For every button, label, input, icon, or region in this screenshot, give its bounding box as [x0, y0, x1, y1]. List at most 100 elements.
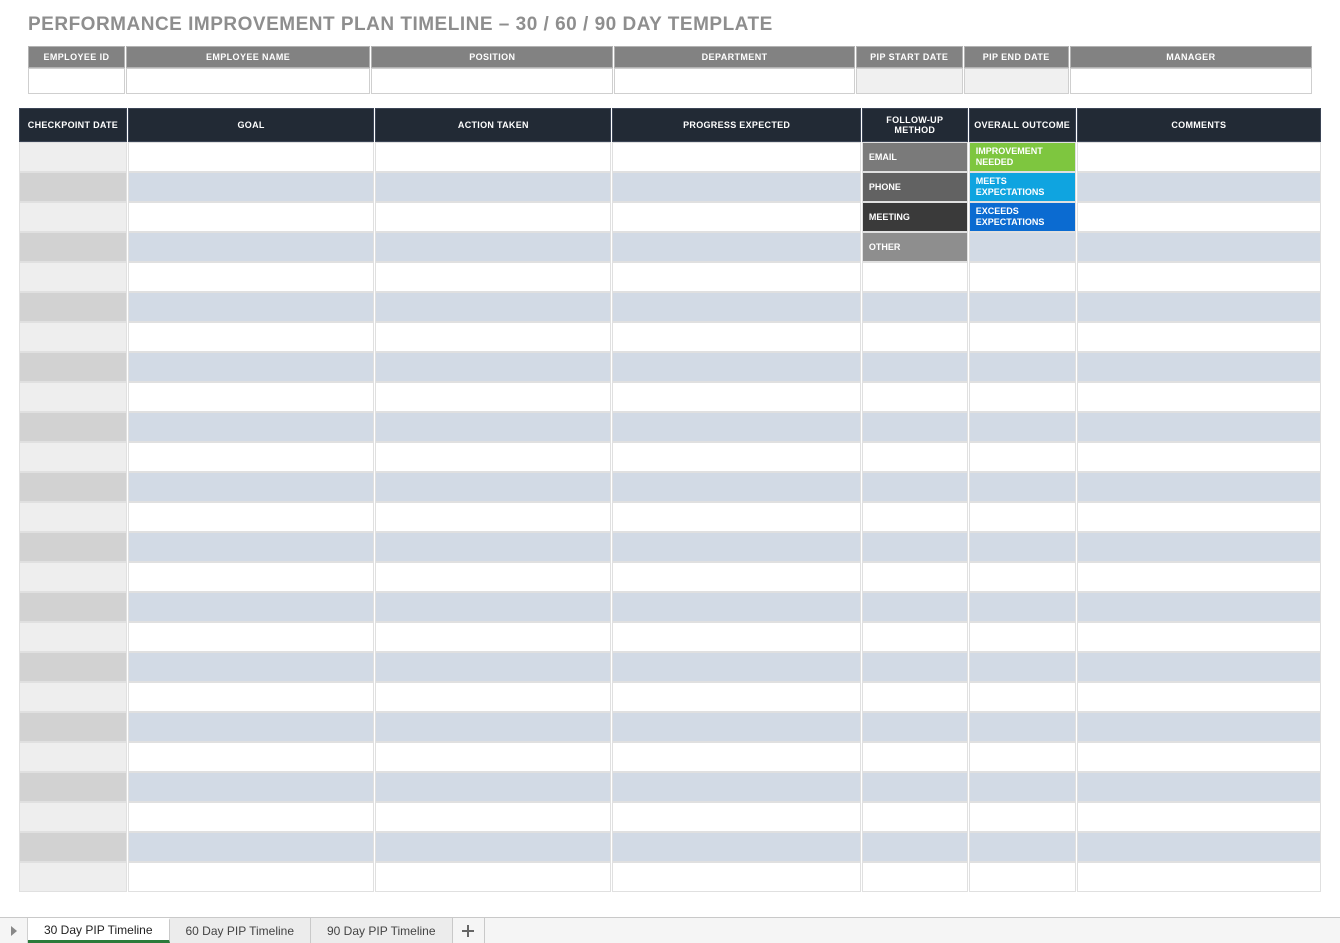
cell-action[interactable] — [375, 532, 611, 562]
cell-comments[interactable] — [1077, 352, 1321, 382]
cell-followup[interactable] — [862, 802, 968, 832]
cell-progress[interactable] — [612, 652, 860, 682]
cell-progress[interactable] — [612, 322, 860, 352]
cell-comments[interactable] — [1077, 172, 1321, 202]
cell-progress[interactable] — [612, 682, 860, 712]
cell-progress[interactable] — [612, 862, 860, 892]
cell-action[interactable] — [375, 622, 611, 652]
cell-checkpoint[interactable] — [19, 292, 127, 322]
cell-goal[interactable] — [128, 262, 374, 292]
cell-comments[interactable] — [1077, 232, 1321, 262]
cell-progress[interactable] — [612, 712, 860, 742]
cell-followup[interactable] — [862, 592, 968, 622]
cell-comments[interactable] — [1077, 322, 1321, 352]
cell-comments[interactable] — [1077, 682, 1321, 712]
cell-goal[interactable] — [128, 292, 374, 322]
cell-comments[interactable] — [1077, 832, 1321, 862]
sheet-nav-prev[interactable] — [0, 918, 28, 943]
tab-30-day[interactable]: 30 Day PIP Timeline — [28, 918, 170, 943]
cell-progress[interactable] — [612, 172, 860, 202]
cell-followup[interactable] — [862, 562, 968, 592]
cell-goal[interactable] — [128, 442, 374, 472]
cell-progress[interactable] — [612, 472, 860, 502]
cell-outcome-improve[interactable]: IMPROVEMENT NEEDED — [969, 142, 1076, 172]
cell-outcome[interactable] — [969, 832, 1076, 862]
cell-outcome[interactable] — [969, 742, 1076, 772]
cell-action[interactable] — [375, 202, 611, 232]
cell-goal[interactable] — [128, 562, 374, 592]
cell-checkpoint[interactable] — [19, 502, 127, 532]
cell-goal[interactable] — [128, 502, 374, 532]
cell-checkpoint[interactable] — [19, 682, 127, 712]
cell-goal[interactable] — [128, 412, 374, 442]
cell-goal[interactable] — [128, 622, 374, 652]
cell-checkpoint[interactable] — [19, 772, 127, 802]
cell-action[interactable] — [375, 712, 611, 742]
cell-outcome[interactable] — [969, 442, 1076, 472]
cell-comments[interactable] — [1077, 742, 1321, 772]
cell-followup[interactable] — [862, 742, 968, 772]
tab-90-day[interactable]: 90 Day PIP Timeline — [311, 918, 453, 943]
cell-followup[interactable] — [862, 682, 968, 712]
cell-comments[interactable] — [1077, 142, 1321, 172]
cell-followup-phone[interactable]: PHONE — [862, 172, 968, 202]
cell-comments[interactable] — [1077, 862, 1321, 892]
cell-checkpoint[interactable] — [19, 442, 127, 472]
cell-action[interactable] — [375, 562, 611, 592]
cell-comments[interactable] — [1077, 382, 1321, 412]
cell-goal[interactable] — [128, 532, 374, 562]
cell-checkpoint[interactable] — [19, 142, 127, 172]
cell-comments[interactable] — [1077, 772, 1321, 802]
cell-goal[interactable] — [128, 202, 374, 232]
cell-checkpoint[interactable] — [19, 262, 127, 292]
cell-checkpoint[interactable] — [19, 652, 127, 682]
emp-cell-end[interactable] — [964, 68, 1069, 94]
cell-goal[interactable] — [128, 742, 374, 772]
cell-comments[interactable] — [1077, 592, 1321, 622]
cell-goal[interactable] — [128, 862, 374, 892]
cell-comments[interactable] — [1077, 202, 1321, 232]
cell-goal[interactable] — [128, 682, 374, 712]
cell-comments[interactable] — [1077, 652, 1321, 682]
cell-goal[interactable] — [128, 142, 374, 172]
cell-checkpoint[interactable] — [19, 202, 127, 232]
cell-action[interactable] — [375, 262, 611, 292]
cell-followup[interactable] — [862, 772, 968, 802]
cell-followup[interactable] — [862, 292, 968, 322]
cell-followup[interactable] — [862, 532, 968, 562]
cell-action[interactable] — [375, 772, 611, 802]
cell-checkpoint[interactable] — [19, 352, 127, 382]
cell-comments[interactable] — [1077, 712, 1321, 742]
cell-outcome[interactable] — [969, 772, 1076, 802]
cell-checkpoint[interactable] — [19, 172, 127, 202]
cell-checkpoint[interactable] — [19, 622, 127, 652]
cell-goal[interactable] — [128, 352, 374, 382]
cell-outcome-exceeds[interactable]: EXCEEDS EXPECTATIONS — [969, 202, 1076, 232]
cell-action[interactable] — [375, 502, 611, 532]
tab-60-day[interactable]: 60 Day PIP Timeline — [170, 918, 312, 943]
cell-action[interactable] — [375, 412, 611, 442]
cell-outcome[interactable] — [969, 502, 1076, 532]
cell-checkpoint[interactable] — [19, 382, 127, 412]
cell-outcome[interactable] — [969, 802, 1076, 832]
cell-action[interactable] — [375, 742, 611, 772]
cell-checkpoint[interactable] — [19, 592, 127, 622]
cell-progress[interactable] — [612, 742, 860, 772]
emp-cell-name[interactable] — [126, 68, 370, 94]
cell-followup[interactable] — [862, 442, 968, 472]
cell-action[interactable] — [375, 382, 611, 412]
cell-followup[interactable] — [862, 712, 968, 742]
cell-action[interactable] — [375, 172, 611, 202]
emp-cell-department[interactable] — [614, 68, 854, 94]
cell-action[interactable] — [375, 442, 611, 472]
cell-goal[interactable] — [128, 472, 374, 502]
cell-progress[interactable] — [612, 592, 860, 622]
cell-checkpoint[interactable] — [19, 832, 127, 862]
cell-goal[interactable] — [128, 802, 374, 832]
cell-progress[interactable] — [612, 802, 860, 832]
cell-checkpoint[interactable] — [19, 742, 127, 772]
emp-cell-manager[interactable] — [1070, 68, 1312, 94]
cell-followup[interactable] — [862, 502, 968, 532]
cell-outcome[interactable] — [969, 382, 1076, 412]
cell-outcome[interactable] — [969, 352, 1076, 382]
